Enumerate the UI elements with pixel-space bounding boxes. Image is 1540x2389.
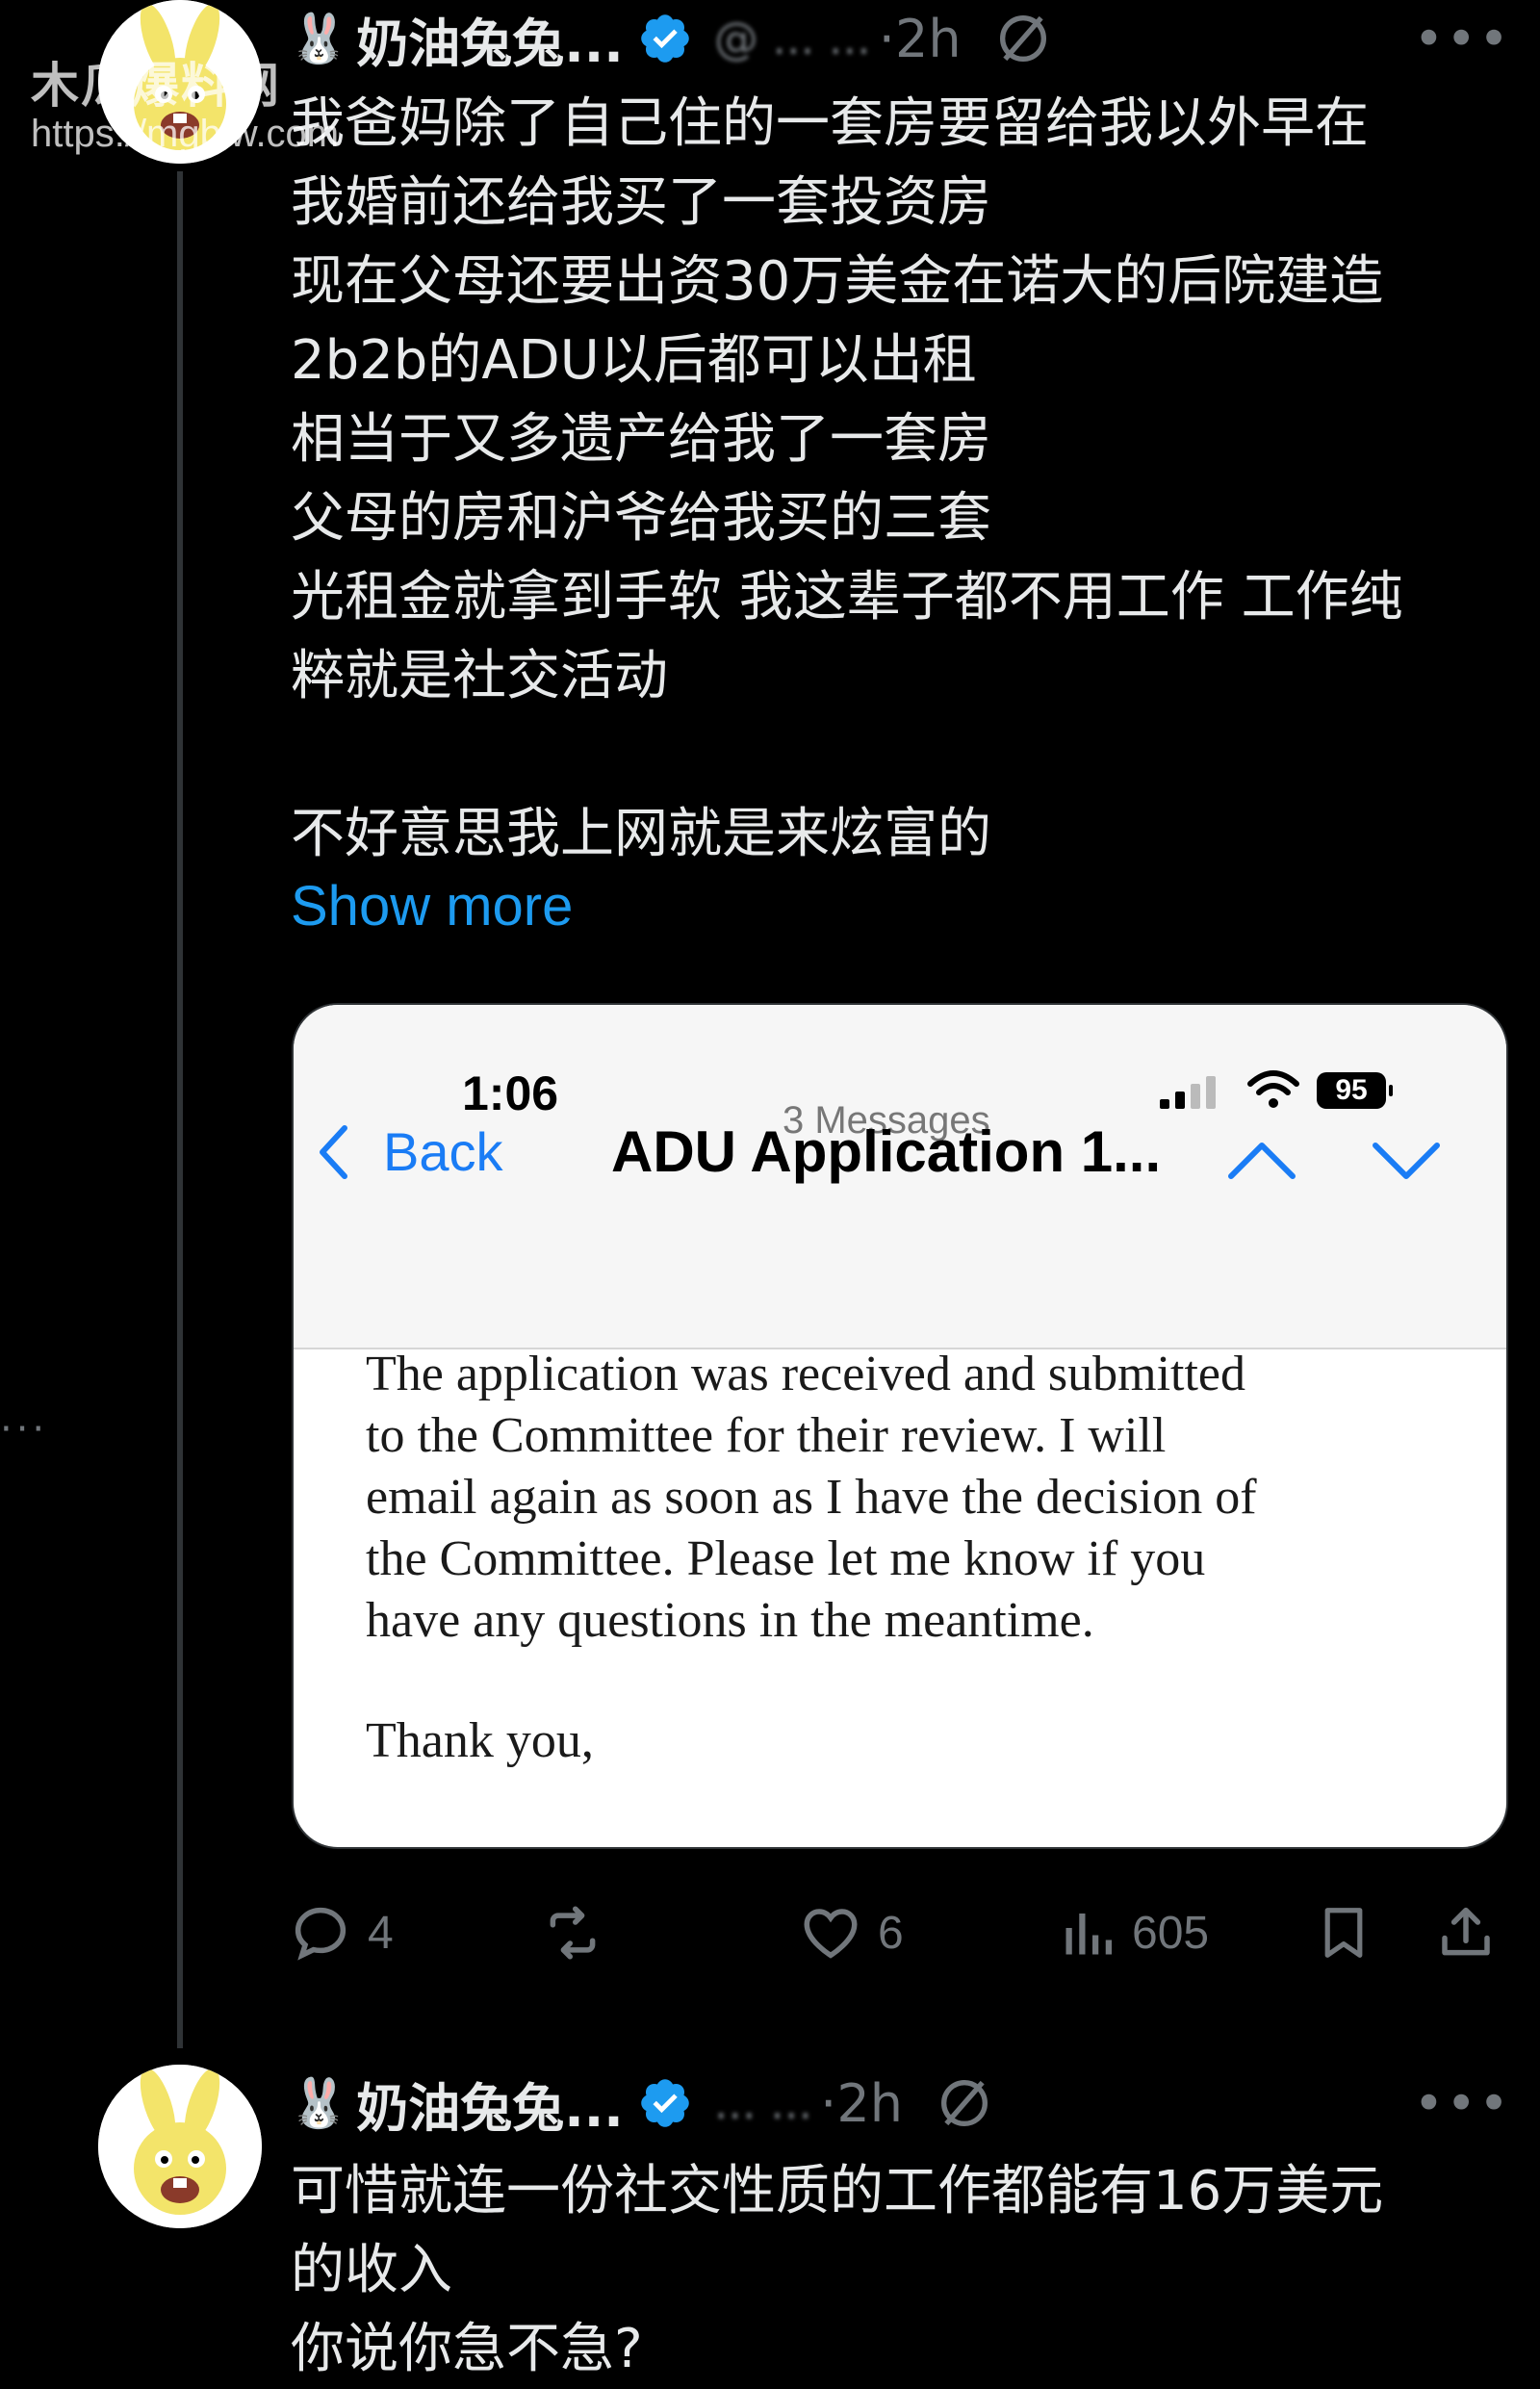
side-overflow-dots: ···	[0, 1407, 49, 1451]
more-icon[interactable]: •••	[1413, 9, 1511, 69]
share-button[interactable]	[1434, 1894, 1513, 1971]
back-button[interactable]: Back	[318, 1120, 503, 1183]
tweet-text-blank-line	[291, 716, 1513, 795]
view-count: 605	[1132, 1907, 1210, 1959]
time-separator: ·	[878, 8, 895, 69]
display-name[interactable]: 奶油兔兔...	[356, 1, 624, 77]
tweet-text-line: 我婚前还给我买了一套投资房	[291, 171, 991, 234]
like-count: 6	[878, 1907, 904, 1959]
mail-body-line: have any questions in the meantime.	[366, 1593, 1094, 1648]
tweet-text-line: 的收入	[291, 2239, 452, 2301]
display-name[interactable]: 奶油兔兔...	[356, 2066, 624, 2142]
verified-badge-icon	[641, 14, 689, 63]
grok-icon[interactable]	[934, 2072, 995, 2134]
tweet-media-image[interactable]: 1:06 95 Back 3 Messages ADU Application …	[292, 1003, 1508, 1849]
cellular-signal-icon	[1160, 1076, 1216, 1109]
tweet-header: 🐰 奶油兔兔... @ ... ... · 2h •••	[289, 0, 1511, 77]
avatar[interactable]	[98, 2065, 262, 2228]
tweet-action-bar: 4 6 605	[289, 1894, 1511, 1971]
tweet-text-line: 你说你急不急?	[291, 2318, 643, 2380]
mail-body-line: the Committee. Please let me know if you	[366, 1531, 1206, 1586]
mail-signoff: Thank you,	[366, 1713, 594, 1768]
retweet-icon	[550, 1906, 596, 1960]
mail-body: The application was received and submitt…	[366, 1344, 1463, 1652]
mail-body-line: to the Committee for their review. I wil…	[366, 1408, 1167, 1463]
bunny-emoji-icon: 🐰	[289, 2074, 349, 2131]
timestamp[interactable]: 2h	[836, 2073, 903, 2134]
reply-count: 4	[368, 1907, 394, 1959]
views-button[interactable]: 605	[1059, 1894, 1209, 1971]
grok-icon[interactable]	[992, 8, 1054, 69]
tweet-text-line: 相当于又多遗产给我了一套房	[291, 408, 991, 471]
watermark-title: 木瓜爆料网	[31, 58, 281, 114]
tweet-text: 我爸妈除了自己住的一套房要留给我以外早在 我婚前还给我买了一套投资房 现在父母还…	[291, 85, 1513, 874]
battery-icon: 95	[1317, 1072, 1393, 1109]
tweet-text: 可惜就连一份社交性质的工作都能有16万美元 的收入 你说你急不急?	[291, 2152, 1513, 2389]
retweet-button[interactable]	[541, 1894, 620, 1971]
views-icon	[1065, 1914, 1112, 1955]
time-separator: ·	[820, 2072, 837, 2134]
tweet-text-line: 现在父母还要出资30万美金在诺大的后院建造	[291, 250, 1384, 313]
tweet-text-line: 光租金就拿到手软 我这辈子都不用工作 工作纯	[291, 566, 1403, 629]
share-icon	[1442, 1907, 1490, 1956]
tweet-text-line: 可惜就连一份社交性质的工作都能有16万美元	[291, 2160, 1384, 2222]
back-label: Back	[383, 1121, 503, 1182]
heart-icon	[804, 1909, 858, 1959]
verified-badge-icon	[641, 2079, 689, 2127]
tweet-header: 🐰 奶油兔兔... ... ... · 2h •••	[289, 2065, 1511, 2142]
bunny-emoji-icon: 🐰	[289, 10, 349, 66]
tweet-text-line: 2b2b的ADU以后都可以出租	[291, 329, 977, 392]
chevron-down-icon[interactable]	[1372, 1140, 1441, 1180]
mail-subject: ADU Application 1...	[611, 1119, 1162, 1184]
chevron-up-icon[interactable]	[1227, 1140, 1296, 1180]
bookmark-button[interactable]	[1314, 1894, 1389, 1971]
watermark: 木瓜爆料网 https://mgblw.com	[31, 58, 340, 156]
more-icon[interactable]: •••	[1413, 2073, 1511, 2134]
handle[interactable]: @ ... ...	[714, 13, 871, 64]
thread-connector-line	[177, 171, 183, 2048]
tweet-text-line: 父母的房和沪爷给我买的三套	[291, 487, 991, 550]
timestamp[interactable]: 2h	[895, 9, 962, 69]
watermark-url: https://mgblw.com	[31, 113, 340, 155]
chevron-left-icon	[320, 1124, 347, 1179]
bunny-avatar-icon	[98, 2065, 262, 2228]
tweet-text-line: 粹就是社交活动	[291, 645, 668, 707]
reply-icon	[295, 1907, 346, 1961]
bookmark-icon	[1324, 1908, 1363, 1958]
tweet-text-line: 不好意思我上网就是来炫富的	[291, 803, 991, 865]
like-button[interactable]: 6	[799, 1894, 904, 1971]
handle[interactable]: ... ...	[714, 2077, 812, 2129]
wifi-icon	[1247, 1070, 1299, 1108]
show-more-link[interactable]: Show more	[291, 874, 573, 938]
reply-button[interactable]: 4	[289, 1894, 394, 1971]
mail-body-line: email again as soon as I have the decisi…	[366, 1470, 1257, 1525]
tweet-text-line: 我爸妈除了自己住的一套房要留给我以外早在	[291, 92, 1369, 155]
mail-body-line: The application was received and submitt…	[366, 1347, 1246, 1401]
